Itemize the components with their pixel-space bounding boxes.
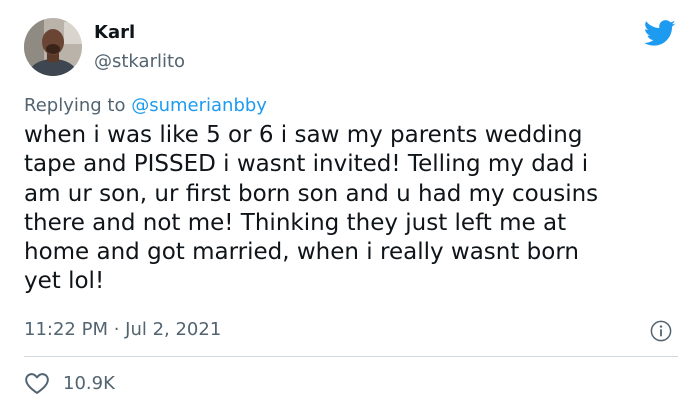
heart-outline-icon (25, 373, 49, 394)
like-button[interactable]: 10.9K (24, 370, 115, 396)
avatar-image (24, 18, 82, 76)
display-name[interactable]: Karl (94, 22, 135, 43)
avatar[interactable] (24, 18, 82, 76)
replying-to-label: Replying to (24, 95, 132, 116)
tweet-timestamp[interactable]: 11:22 PM · Jul 2, 2021 (24, 319, 221, 340)
info-icon[interactable] (650, 320, 672, 342)
mention-link[interactable]: @sumerianbby (131, 95, 267, 116)
tweet-card: Karl @stkarlito Replying to @sumerianbby… (0, 0, 700, 411)
user-handle[interactable]: @stkarlito (94, 51, 185, 72)
twitter-bird-icon[interactable] (644, 20, 676, 47)
replying-to-line: Replying to @sumerianbby (24, 95, 267, 116)
like-count: 10.9K (63, 372, 115, 394)
tweet-text: when i was like 5 or 6 i saw my parents … (24, 122, 599, 295)
divider (24, 356, 678, 357)
